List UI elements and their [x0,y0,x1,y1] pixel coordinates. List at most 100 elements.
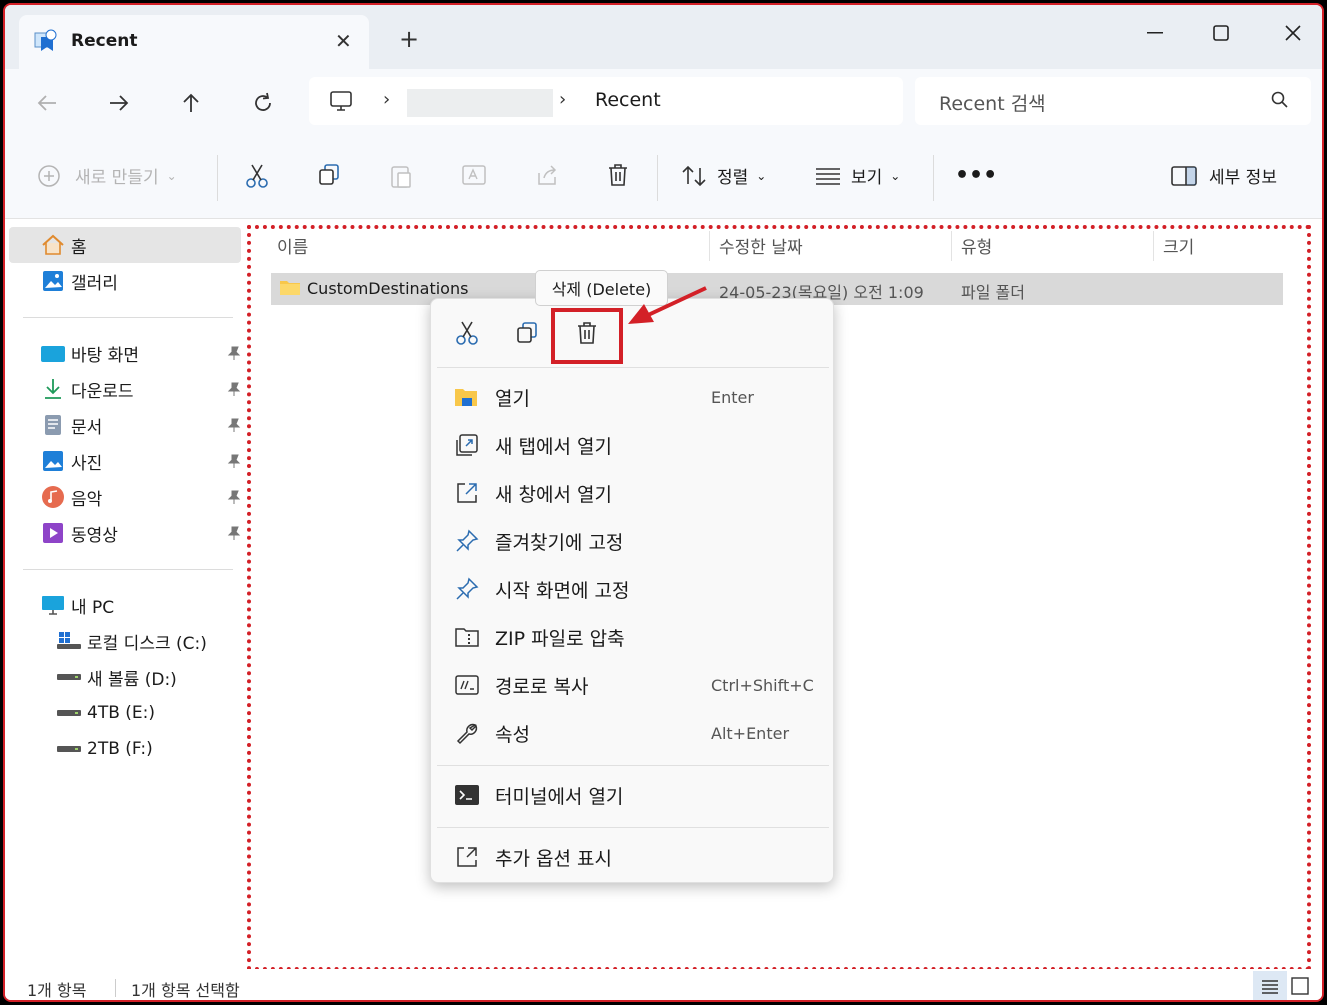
chevron-right-icon[interactable]: › [383,89,390,110]
menu-item-more-options[interactable]: 추가 옵션 표시 [431,837,833,877]
navigation-bar: › › Recent Recent 검색 [5,69,1322,137]
close-tab-icon[interactable]: ✕ [335,29,352,53]
menu-item-zip[interactable]: ZIP 파일로 압축 [431,617,833,657]
pin-icon[interactable] [227,417,241,437]
new-tab-icon[interactable]: + [399,25,419,53]
expand-options-icon [453,843,481,871]
menu-item-open-new-window[interactable]: 새 창에서 열기 [431,473,833,513]
sidebar-item-drive-f[interactable]: 2TB (F:) [9,731,241,767]
pin-icon[interactable] [227,525,241,545]
up-button[interactable] [173,85,209,121]
paste-button[interactable] [389,163,413,189]
menu-item-properties[interactable]: 속성 Alt+Enter [431,713,833,753]
toolbar-divider [217,155,218,201]
search-placeholder: Recent 검색 [939,93,1046,115]
search-box[interactable]: Recent 검색 [915,77,1311,125]
details-pane-button[interactable]: 세부 정보 [1171,163,1277,188]
forward-button[interactable] [101,85,137,121]
new-tab-icon [453,431,481,459]
share-icon [538,165,557,185]
navigation-pane: 홈 갤러리 바탕 화면 다운로드 문서 사진 음악 동영상 내 PC 로컬 디스… [5,219,243,969]
new-button[interactable]: 새로 만들기 ⌄ [37,163,177,188]
context-menu: 열기 Enter 새 탭에서 열기 새 창에서 열기 즐겨찾기에 고정 시작 화… [430,298,834,883]
maximize-button[interactable] [1201,13,1241,53]
scissors-icon [246,164,268,188]
sidebar-item-gallery[interactable]: 갤러리 [9,263,241,299]
menu-copy-button[interactable] [511,317,543,349]
search-icon [1271,91,1289,113]
title-bar: Recent ✕ + [5,5,1322,69]
tab-title: Recent [71,31,138,51]
music-icon [41,485,65,509]
chevron-right-icon[interactable]: › [559,89,566,110]
annotation-highlight-box [551,308,623,364]
pin-icon[interactable] [227,453,241,473]
cut-button[interactable] [245,163,269,189]
menu-item-pin-start[interactable]: 시작 화면에 고정 [431,569,833,609]
share-button[interactable] [535,163,561,187]
copy-icon [517,322,537,343]
details-view-toggle[interactable] [1253,971,1287,1000]
menu-item-copy-path[interactable]: 경로로 복사 Ctrl+Shift+C [431,665,833,705]
folder-open-icon [453,383,481,411]
view-button[interactable]: 보기 ⌄ [815,163,900,188]
sidebar-item-videos[interactable]: 동영상 [9,515,241,551]
sidebar-item-documents[interactable]: 문서 [9,407,241,443]
computer-icon [329,89,353,117]
address-bar[interactable]: › › Recent [309,77,903,125]
refresh-button[interactable] [245,85,281,121]
pin-icon[interactable] [227,381,241,401]
menu-item-terminal[interactable]: 터미널에서 열기 [431,775,833,815]
sidebar-item-desktop[interactable]: 바탕 화면 [9,335,241,371]
delete-button[interactable] [607,163,629,187]
sidebar-item-drive-d[interactable]: 새 볼륨 (D:) [9,659,241,695]
status-divider [115,979,116,997]
gallery-icon [41,269,65,293]
menu-divider [437,367,829,368]
breadcrumb-current[interactable]: Recent [595,89,661,111]
tab-recent[interactable]: Recent ✕ [19,15,369,69]
scissors-icon [456,321,478,345]
desktop-icon [41,341,65,365]
rename-button[interactable] [461,163,487,187]
menu-divider [437,827,829,828]
more-options-icon[interactable]: ••• [955,163,997,188]
pin-icon [453,527,481,555]
sidebar-item-drive-c[interactable]: 로컬 디스크 (C:) [9,623,241,659]
sidebar-item-pictures[interactable]: 사진 [9,443,241,479]
toolbar-divider [933,155,934,201]
sidebar-item-home[interactable]: 홈 [9,227,241,263]
sidebar-item-drive-e[interactable]: 4TB (E:) [9,695,241,731]
pin-icon[interactable] [227,345,241,365]
menu-cut-button[interactable] [451,317,483,349]
plus-circle-icon [38,164,60,187]
menu-item-pin-favorites[interactable]: 즐겨찾기에 고정 [431,521,833,561]
rename-icon [462,165,486,185]
pin-icon[interactable] [227,489,241,509]
drive-icon [57,701,81,725]
list-view-icon [816,167,840,185]
sidebar-item-downloads[interactable]: 다운로드 [9,371,241,407]
drive-icon [57,665,81,689]
back-button[interactable] [29,85,65,121]
sidebar-item-this-pc[interactable]: 내 PC [9,587,241,623]
command-bar: 새로 만들기 ⌄ 정렬 ⌄ 보기 ⌄ ••• 세부 정보 [5,137,1322,219]
close-window-button[interactable] [1273,13,1313,53]
chevron-down-icon: ⌄ [756,168,767,183]
minimize-button[interactable] [1135,13,1175,53]
menu-item-open[interactable]: 열기 Enter [431,377,833,417]
redacted-path-segment[interactable] [407,89,553,117]
sort-icon [682,165,706,186]
sidebar-divider [23,317,233,318]
item-count: 1개 항목 [27,981,87,1000]
sidebar-item-music[interactable]: 음악 [9,479,241,515]
copy-button[interactable] [317,163,341,187]
sort-button[interactable]: 정렬 ⌄ [681,163,766,188]
menu-divider [437,765,829,766]
document-icon [41,413,65,437]
wrench-icon [453,719,481,747]
menu-item-open-new-tab[interactable]: 새 탭에서 열기 [431,425,833,465]
chevron-down-icon: ⌄ [166,168,177,183]
tiles-view-icon [1291,977,1309,995]
tiles-view-toggle[interactable] [1291,977,1309,999]
